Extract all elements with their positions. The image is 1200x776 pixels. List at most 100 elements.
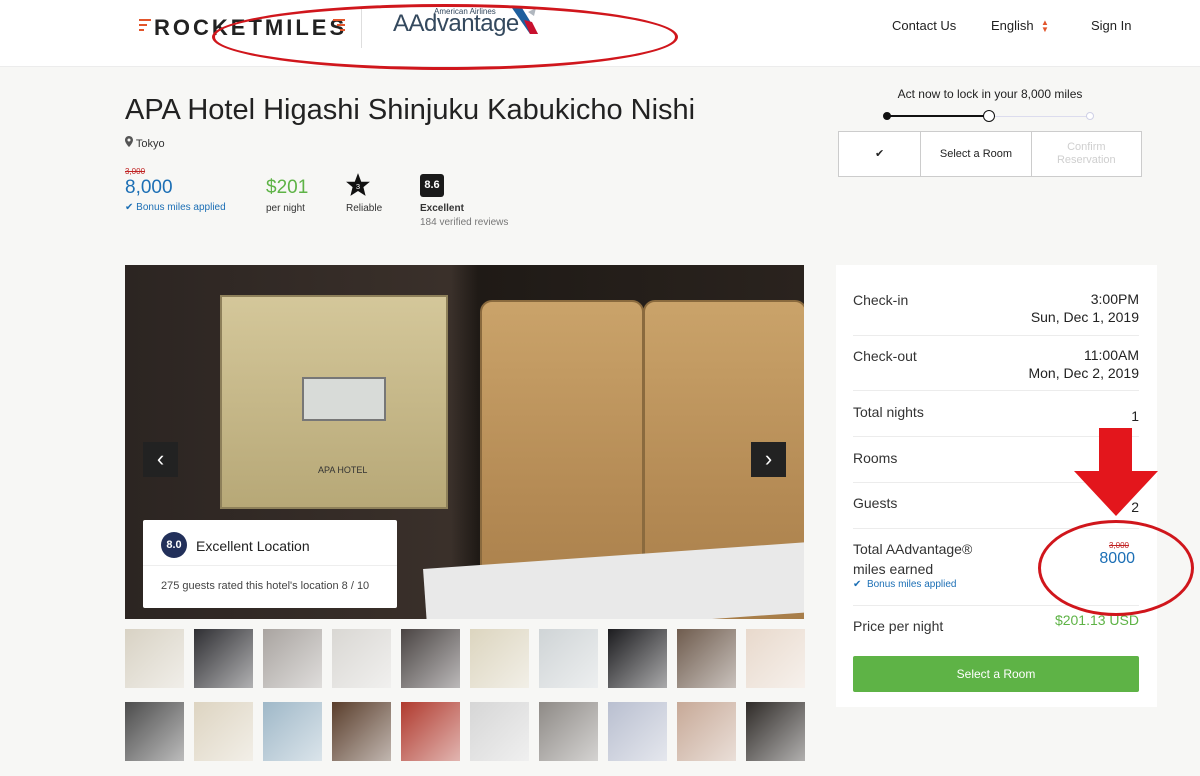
gallery-thumbnail[interactable] (125, 702, 184, 761)
gallery-prev-button[interactable]: ‹ (143, 442, 178, 477)
checkin-time: 3:00PM (1090, 291, 1139, 307)
price-value: $201.13 USD (1054, 612, 1139, 628)
bonus-miles-note: ✔ Bonus miles applied (853, 579, 956, 590)
gallery-thumbnail[interactable] (332, 629, 391, 688)
gallery-thumbnail[interactable] (677, 702, 736, 761)
gallery-thumbnail[interactable] (401, 702, 460, 761)
hotel-title: APA Hotel Higashi Shinjuku Kabukicho Nis… (125, 94, 696, 126)
checkout-row: Check-out 11:00AM Mon, Dec 2, 2019 (853, 336, 1139, 391)
gallery-thumbnail[interactable] (194, 702, 253, 761)
aadvantage-logo: AAdvantage (393, 10, 519, 37)
red-arrow-icon (1074, 428, 1158, 516)
miles-earned-row: Total AAdvantage® miles earned 3,000 800… (853, 529, 1139, 606)
location-score-badge: 8.0 (161, 532, 187, 558)
gallery-thumbnail[interactable] (332, 702, 391, 761)
gallery-next-button[interactable]: › (751, 442, 786, 477)
panel-brand-label: APA HOTEL (318, 465, 368, 475)
room-control-panel-photo: APA HOTEL (220, 295, 448, 509)
gallery-thumbnail[interactable] (263, 629, 322, 688)
per-night-label: per night (266, 203, 305, 214)
original-miles: 3,000 (1108, 541, 1129, 550)
miles-earned-label-2: miles earned (853, 561, 934, 577)
language-select[interactable]: English (991, 18, 1034, 33)
select-room-button[interactable]: Select a Room (853, 656, 1139, 692)
checkout-label: Check-out (853, 348, 917, 364)
original-miles: 3,000 (125, 167, 146, 176)
sign-in-link[interactable]: Sign In (1091, 18, 1131, 33)
progress-step-dot (1086, 112, 1094, 120)
divider (143, 565, 397, 566)
gallery-thumbnail[interactable] (470, 629, 529, 688)
gallery-thumbnail[interactable] (125, 629, 184, 688)
progress-fill (887, 115, 989, 117)
hotel-location: Tokyo (125, 136, 165, 150)
gallery-thumbnail[interactable] (263, 702, 322, 761)
gallery-thumbnail[interactable] (470, 702, 529, 761)
progress-title: Act now to lock in your 8,000 miles (897, 87, 1083, 101)
guests-label: Guests (853, 495, 898, 511)
progress-step-dot (883, 112, 891, 120)
review-score-badge: 8.6 (420, 174, 444, 197)
checkin-row: Check-in 3:00PM Sun, Dec 1, 2019 (853, 283, 1139, 336)
gallery-thumbnail[interactable] (746, 629, 805, 688)
rocketmiles-mark-icon (139, 19, 151, 31)
rooms-label: Rooms (853, 450, 898, 466)
gallery-thumbnail[interactable] (608, 702, 667, 761)
hotel-photo-gallery[interactable]: APA HOTEL ‹ › 8.0 Excellent Location 275… (125, 265, 804, 619)
rocketmiles-mark-icon (333, 19, 345, 31)
miles-earned-value: 8000 (1099, 550, 1135, 567)
star-icon: 3 (346, 173, 370, 196)
location-rating-title: Excellent Location (196, 538, 310, 554)
chevron-right-icon: › (764, 446, 773, 471)
gallery-thumbnail[interactable] (539, 702, 598, 761)
check-icon: ✔ (853, 579, 862, 590)
gallery-thumbnail[interactable] (746, 702, 805, 761)
gallery-thumbnail[interactable] (194, 629, 253, 688)
rocketmiles-logo[interactable]: ROCKETMILES (154, 15, 347, 41)
miles-earned-label-1: Total AAdvantage® (853, 541, 973, 557)
checkmark-icon: ✔ (875, 147, 885, 160)
gallery-thumbnail[interactable] (608, 629, 667, 688)
progress-step-dot (983, 110, 995, 122)
panel-screen (302, 377, 386, 421)
miles-value: 8,000 (125, 177, 173, 198)
reviews-count[interactable]: 184 verified reviews (420, 217, 508, 228)
price-row: Price per night $201.13 USD (853, 606, 1139, 644)
sort-arrows-icon: ▲ ▼ (1041, 18, 1049, 34)
chevron-left-icon: ‹ (156, 446, 165, 471)
location-rating-subtitle: 275 guests rated this hotel's location 8… (161, 580, 370, 592)
gallery-thumbnail[interactable] (539, 629, 598, 688)
reliable-label: Reliable (346, 203, 383, 214)
nights-label: Total nights (853, 404, 924, 420)
bonus-miles-label: Bonus miles applied (866, 579, 957, 590)
bonus-miles-note: ✔ Bonus miles applied (125, 202, 226, 213)
logo-divider (361, 8, 362, 48)
contact-us-link[interactable]: Contact Us (892, 18, 956, 33)
booking-steps: ✔ Select a Room Confirm Reservation (838, 131, 1142, 177)
gallery-thumbnail[interactable] (677, 629, 736, 688)
checkout-date: Mon, Dec 2, 2019 (1028, 365, 1139, 381)
step-confirm-reservation: Confirm Reservation (1032, 132, 1141, 176)
checkin-date: Sun, Dec 1, 2019 (1030, 309, 1139, 325)
gallery-thumbnail[interactable] (401, 629, 460, 688)
check-icon: ✔ (125, 202, 134, 213)
step-label: Confirm Reservation (1056, 141, 1116, 166)
bonus-miles-label: Bonus miles applied (136, 202, 226, 213)
checkin-label: Check-in (853, 292, 909, 308)
thumbnail-row (125, 629, 805, 688)
map-pin-icon (125, 136, 133, 147)
thumbnail-row (125, 702, 805, 761)
star-count: 3 (356, 182, 360, 191)
step-completed: ✔ (839, 132, 922, 176)
location-rating-card: 8.0 Excellent Location 275 guests rated … (143, 520, 397, 608)
nights-value: 1 (1131, 408, 1139, 424)
checkout-time: 11:00AM (1084, 347, 1139, 363)
top-header: ROCKETMILES American Airlines AAdvantage… (0, 0, 1200, 67)
price-label: Price per night (853, 618, 944, 634)
step-select-room[interactable]: Select a Room (921, 132, 1032, 176)
location-label: Tokyo (135, 138, 165, 150)
step-label: Select a Room (939, 147, 1013, 160)
nightly-price: $201 (266, 177, 309, 198)
score-label: Excellent (420, 203, 464, 214)
aa-eagle-icon (512, 8, 538, 34)
